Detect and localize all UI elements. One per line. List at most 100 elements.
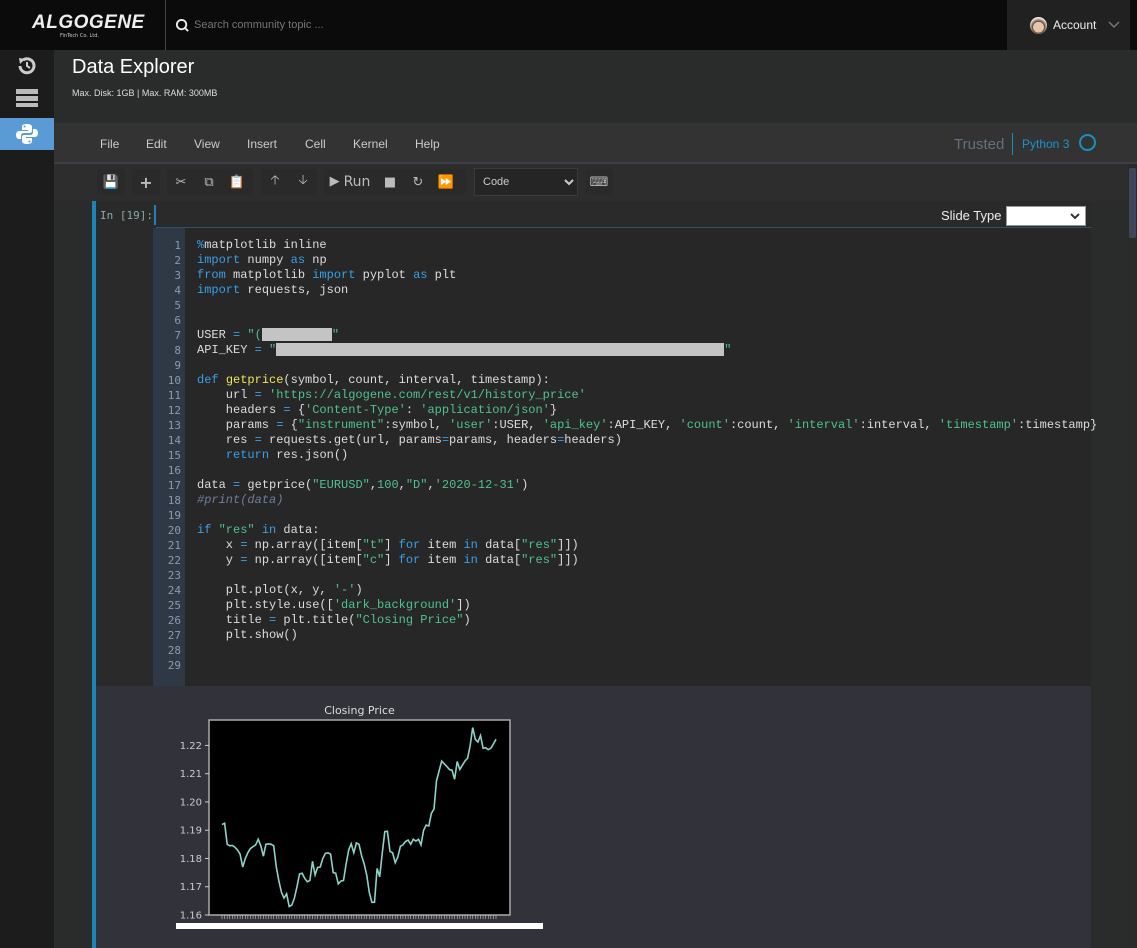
save-icon[interactable]: 💾: [97, 175, 125, 190]
page-scrollbar[interactable]: [1128, 164, 1137, 948]
line-number: 23: [167, 569, 181, 582]
code-token: item: [420, 553, 464, 567]
code-line: #print(data): [197, 493, 283, 508]
code-token: ,: [427, 478, 435, 492]
move-up-icon[interactable]: 🡡: [261, 171, 289, 193]
chart-title: Closing Price: [324, 704, 395, 717]
code-token: data:: [276, 523, 320, 537]
menu-kernel[interactable]: Kernel: [353, 137, 388, 151]
code-token: params: [197, 418, 277, 432]
line-number: 12: [167, 404, 181, 417]
code-token: API_KEY: [197, 343, 255, 357]
code-cell[interactable]: In [19]: Slide Type 1 2 3 4 5 6 7 8 9 10 11 12 13 14 1…: [92, 201, 1097, 948]
code-token: item: [420, 538, 464, 552]
code-line: y = np.array([item["c"] for item in data…: [197, 553, 579, 568]
slide-type-select[interactable]: [1006, 206, 1086, 226]
top-navbar: ALGOGENE FinTech Co. Ltd. Account: [0, 0, 1137, 50]
code-token: np.array([item[: [247, 553, 363, 567]
scrollbar-thumb[interactable]: [1129, 168, 1136, 238]
fast-forward-icon[interactable]: ⏩: [432, 175, 460, 190]
code-line: plt.style.use(['dark_background']): [197, 598, 471, 613]
code-line: url = 'https://algogene.com/rest/v1/hist…: [197, 388, 586, 403]
code-editor[interactable]: 1 2 3 4 5 6 7 8 9 10 11 12 13 14 15 16 17 18 19 20 21 22 23 24 2…: [153, 228, 1097, 686]
sidebar-item-server[interactable]: [0, 82, 54, 114]
code-token: "D": [405, 478, 428, 492]
line-number: 16: [167, 464, 181, 477]
code-token: :: [405, 403, 421, 417]
chevron-down-icon: [1070, 213, 1080, 220]
keyboard-icon[interactable]: ⌨: [585, 175, 613, 190]
line-number: 11: [167, 389, 181, 402]
line-number: 29: [167, 659, 181, 672]
code-token: in: [463, 553, 478, 567]
avatar: [1030, 16, 1047, 34]
page-title: Data Explorer: [72, 56, 195, 78]
run-button[interactable]: ▶ Run: [324, 174, 376, 190]
code-token: data: [197, 478, 234, 492]
code-token: as: [290, 253, 306, 267]
copy-icon[interactable]: ⧉: [195, 175, 223, 190]
code-token: import: [197, 253, 241, 267]
code-token: as: [413, 268, 428, 282]
line-number: 26: [167, 614, 181, 627]
search-input[interactable]: [194, 19, 454, 31]
search-icon: [175, 18, 189, 32]
code-token: 'https://algogene.com/rest/v1/history_pr…: [269, 388, 586, 402]
account-label: Account: [1053, 18, 1097, 32]
code-token: getprice(: [240, 478, 313, 492]
kernel-name[interactable]: Python 3: [1022, 137, 1069, 151]
line-number: 15: [167, 449, 181, 462]
paste-icon[interactable]: 📋: [223, 175, 251, 190]
cut-icon[interactable]: ✂: [167, 175, 195, 190]
menu-edit[interactable]: Edit: [146, 137, 167, 151]
menu-view[interactable]: View: [194, 137, 220, 151]
code-token: y: [197, 553, 241, 567]
search-bar[interactable]: [175, 15, 475, 35]
code-token: res.json(): [269, 448, 349, 462]
code-token: requests, json: [240, 283, 349, 297]
line-number: 25: [167, 599, 181, 612]
algogene-logo[interactable]: ALGOGENE FinTech Co. Ltd.: [32, 12, 145, 42]
code-token: getprice: [225, 373, 284, 387]
code-token: url: [197, 388, 255, 402]
run-label: Run: [343, 174, 371, 190]
sidebar-item-history[interactable]: [0, 50, 54, 82]
menu-insert[interactable]: Insert: [247, 137, 277, 151]
account-menu[interactable]: Account: [1007, 0, 1130, 50]
code-token: 'interval': [787, 418, 860, 432]
code-token: "c": [362, 553, 385, 567]
server-icon: [16, 89, 38, 107]
menu-file[interactable]: File: [100, 137, 119, 151]
code-line: if "res" in data:: [197, 523, 319, 538]
add-cell-icon[interactable]: +: [132, 173, 160, 192]
code-line: plt.show(): [197, 628, 298, 643]
code-token: return: [225, 448, 270, 462]
restart-icon[interactable]: ↻: [404, 175, 432, 190]
code-line: API_KEY = " ": [197, 343, 731, 358]
code-line: import requests, json: [197, 283, 348, 298]
stop-icon[interactable]: ■: [376, 175, 404, 190]
code-token: :USER,: [492, 418, 543, 432]
cell-type-select[interactable]: Code: [474, 168, 578, 196]
code-token: ): [355, 583, 363, 597]
code-token: ): [463, 613, 471, 627]
code-token: {: [290, 403, 306, 417]
y-tick-label: 1.16: [180, 911, 202, 922]
code-token: "t": [362, 538, 385, 552]
code-token: 'dark_background': [333, 598, 457, 612]
code-line: plt.plot(x, y, '-'): [197, 583, 363, 598]
menu-help[interactable]: Help: [415, 137, 440, 151]
menu-cell[interactable]: Cell: [305, 137, 326, 151]
trusted-indicator[interactable]: Trusted: [954, 136, 1004, 153]
code-token: "Closing Price": [355, 613, 464, 627]
logo-text: ALGOGENE: [32, 12, 145, 33]
code-line: import numpy as np: [197, 253, 327, 268]
move-down-icon[interactable]: 🡣: [289, 171, 317, 193]
code-token: params, headers: [449, 433, 558, 447]
sidebar-item-python[interactable]: [0, 118, 54, 150]
code-token: x: [197, 538, 241, 552]
closing-price-chart: Closing Price 1.16 1.17 1.18 1.19 1.20 1.21 1.2…: [176, 704, 543, 929]
page-header: Data Explorer Max. Disk: 1GB | Max. RAM:…: [54, 50, 1137, 123]
